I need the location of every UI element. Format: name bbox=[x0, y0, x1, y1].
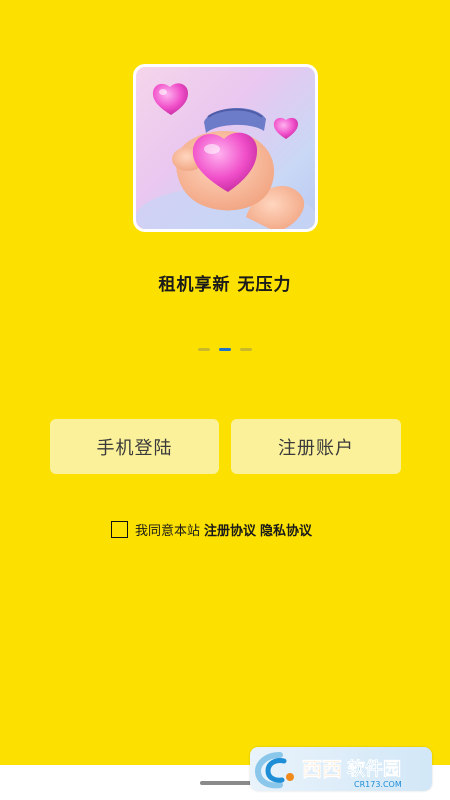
svg-text:CR173.COM: CR173.COM bbox=[354, 780, 402, 789]
watermark-logo: 西西 软件园 CR173.COM bbox=[250, 747, 432, 791]
svg-text:西西: 西西 bbox=[302, 757, 342, 781]
terms-link[interactable]: 注册协议 bbox=[204, 520, 256, 539]
phone-login-button[interactable]: 手机登陆 bbox=[50, 419, 219, 474]
home-indicator[interactable] bbox=[200, 781, 252, 785]
register-account-button[interactable]: 注册账户 bbox=[231, 419, 401, 474]
app-screen: 租机享新 无压力 手机登陆 注册账户 我同意本站 注册协议 隐私协议 bbox=[0, 0, 450, 765]
carousel-dot[interactable] bbox=[198, 348, 210, 351]
hero-image bbox=[133, 64, 318, 232]
carousel-dot[interactable] bbox=[240, 348, 252, 351]
carousel-dot-active[interactable] bbox=[219, 348, 231, 351]
site-logo-icon: 西西 软件园 CR173.COM bbox=[254, 752, 402, 789]
carousel-indicator bbox=[0, 348, 450, 351]
agreement-checkbox[interactable] bbox=[111, 521, 128, 538]
privacy-link[interactable]: 隐私协议 bbox=[260, 520, 312, 539]
slogan-text: 租机享新 无压力 bbox=[158, 275, 292, 295]
agreement-prefix: 我同意本站 bbox=[135, 524, 201, 539]
agreement-row: 我同意本站 注册协议 隐私协议 bbox=[111, 520, 312, 539]
svg-text:软件园: 软件园 bbox=[347, 758, 401, 780]
hearts-hand-illustration-icon bbox=[136, 83, 315, 229]
